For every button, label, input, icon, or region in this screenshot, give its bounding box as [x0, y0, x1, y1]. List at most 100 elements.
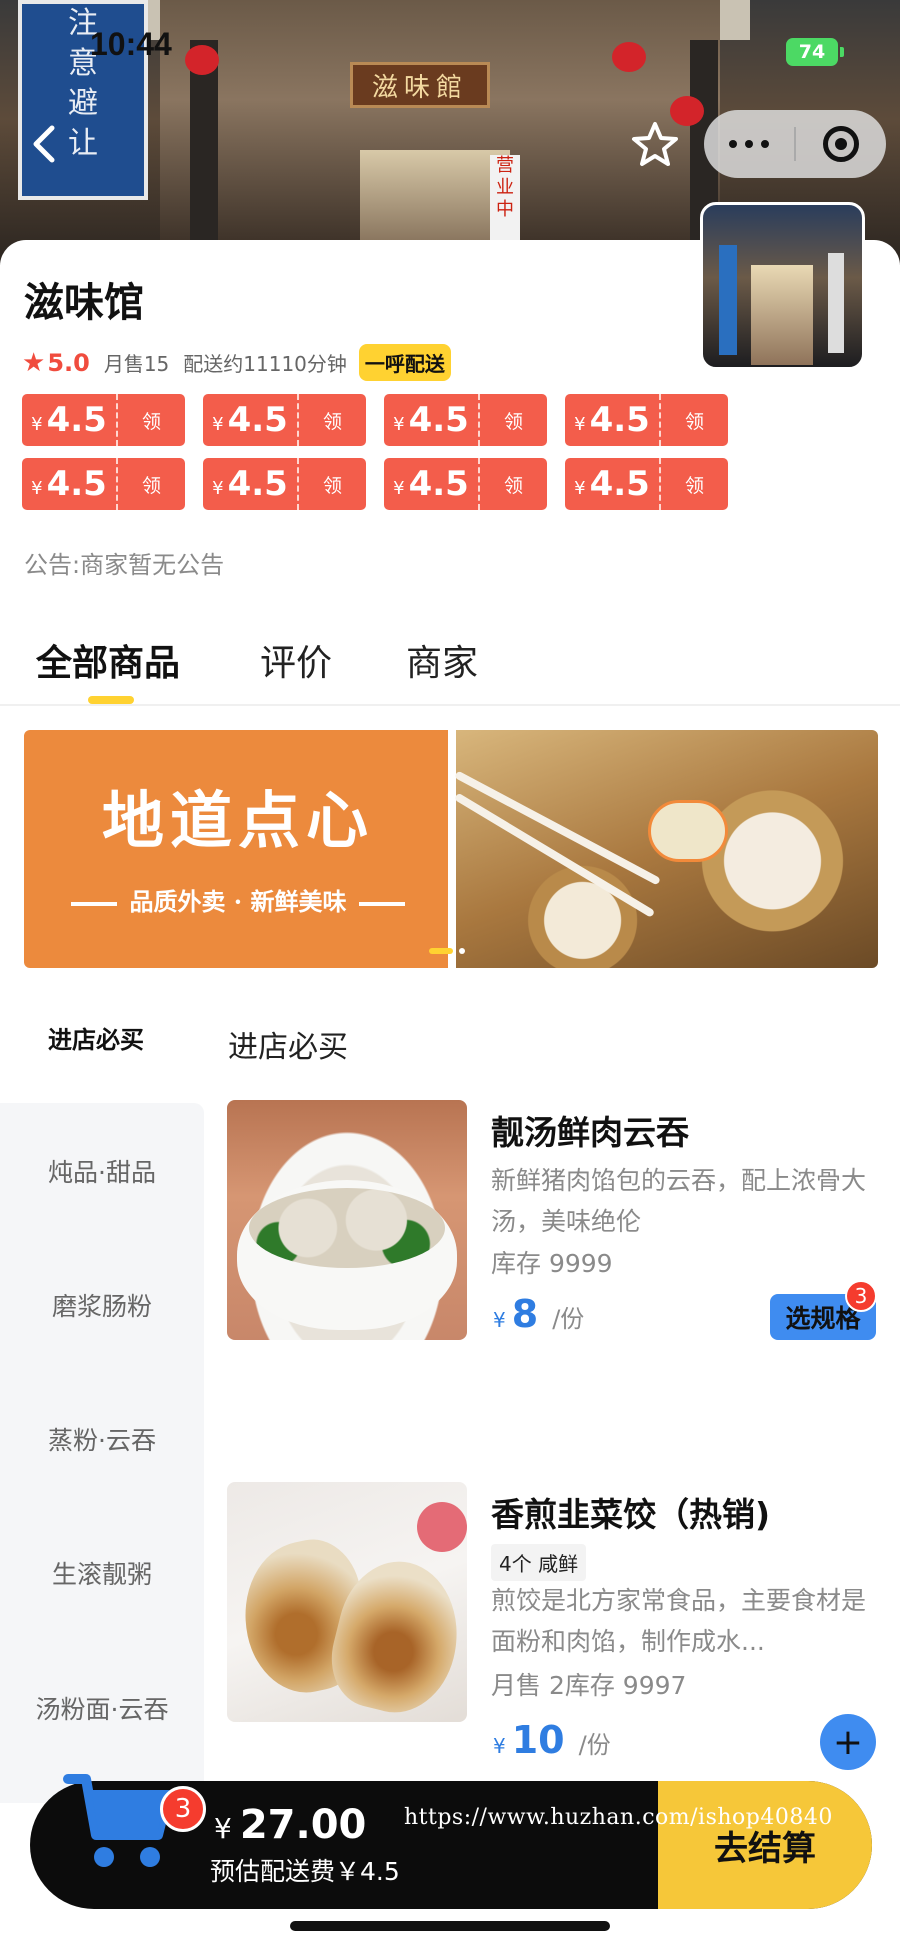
category-item[interactable]: 炖品·甜品: [0, 1153, 204, 1189]
tab-all-products[interactable]: 全部商品: [36, 634, 180, 686]
coupon-currency: ¥: [393, 477, 405, 499]
coupon-currency: ¥: [31, 477, 43, 499]
coupon[interactable]: ¥4.5 领: [565, 394, 728, 446]
monthly-sales: 月售15: [103, 352, 170, 376]
delivery-badge: 一呼配送: [358, 344, 451, 381]
tab-bar: 全部商品 评价 商家: [0, 620, 900, 706]
coupon-claim[interactable]: 领: [118, 471, 185, 498]
tab-indicator: [88, 696, 134, 704]
category-active[interactable]: 进店必买: [48, 1020, 144, 1055]
chopstick: [453, 792, 656, 918]
shop-rating: 5.0: [47, 348, 90, 377]
cart-count-badge: 3: [160, 1786, 206, 1832]
product-name: 香煎韭菜饺（热销): [491, 1495, 771, 1534]
more-dot-icon: [745, 140, 753, 148]
close-miniapp-button[interactable]: [796, 110, 886, 178]
shop-meta: ★ 5.0 月售15 配送约11110分钟 一呼配送: [22, 344, 451, 381]
star-outline-icon: [632, 122, 678, 166]
coupon-claim[interactable]: 领: [480, 407, 547, 434]
coupon-amount: 4.5: [227, 400, 288, 440]
store-sign: 滋味館: [350, 62, 490, 108]
carousel-dot: [459, 948, 465, 954]
price-currency: ¥: [493, 1734, 506, 1758]
product-image[interactable]: [227, 1482, 467, 1722]
back-button[interactable]: [24, 120, 64, 168]
promo-banner[interactable]: 地道点心 品质外卖 · 新鲜美味: [24, 730, 878, 968]
coupon-currency: ¥: [393, 413, 405, 435]
product-stock: 库存 9999: [491, 1249, 613, 1278]
product-tag: 4个 咸鲜: [491, 1544, 587, 1581]
coupon-claim[interactable]: 领: [299, 471, 366, 498]
cart-icon[interactable]: [62, 1765, 182, 1885]
coupon[interactable]: ¥4.5 领: [565, 458, 728, 510]
coupon[interactable]: ¥4.5 领: [22, 458, 185, 510]
coupon-claim[interactable]: 领: [480, 471, 547, 498]
coupon-amount: 4.5: [589, 400, 650, 440]
coupon[interactable]: ¥4.5 领: [203, 458, 366, 510]
coupon-claim[interactable]: 领: [661, 471, 728, 498]
carousel-dots: [429, 948, 465, 954]
product-description: 新鲜猪肉馅包的云吞，配上浓骨大汤，美味绝伦: [491, 1166, 867, 1236]
category-item[interactable]: 汤粉面·云吞: [0, 1690, 204, 1726]
menu-header: 进店必买 进店必买: [0, 1010, 900, 1090]
product-name: 靓汤鲜肉云吞: [491, 1113, 689, 1152]
carousel-dot-active: [429, 948, 453, 954]
price-unit: /份: [578, 1731, 611, 1759]
coupon-list: ¥4.5 领 ¥4.5 领 ¥4.5 领 ¥4.5 领 ¥4.5 领 ¥4.5 领 ¥4.5…: [22, 394, 742, 510]
coupon-claim[interactable]: 领: [661, 407, 728, 434]
category-sidebar: 炖品·甜品 磨浆肠粉 蒸粉·云吞 生滚靓粥 汤粉面·云吞: [0, 1103, 204, 1803]
total-currency: ¥: [214, 1812, 232, 1845]
coupon[interactable]: ¥4.5 领: [384, 458, 547, 510]
more-dot-icon: [761, 140, 769, 148]
coupon-amount: 4.5: [408, 464, 469, 504]
coupon[interactable]: ¥4.5 领: [203, 394, 366, 446]
product-card[interactable]: 靓汤鲜肉云吞 新鲜猪肉馅包的云吞，配上浓骨大汤，美味绝伦 库存 9999 ¥ 8…: [227, 1100, 877, 1340]
tab-reviews[interactable]: 评价: [260, 634, 332, 686]
banner-title: 地道点心: [101, 784, 374, 857]
favorite-button[interactable]: [630, 120, 680, 170]
category-item[interactable]: 磨浆肠粉: [0, 1287, 204, 1323]
banner-subtitle: 品质外卖 · 新鲜美味: [24, 882, 452, 917]
coupon-claim[interactable]: 领: [118, 407, 185, 434]
traffic-sign-char: 避: [68, 86, 98, 121]
chopstick: [454, 770, 661, 886]
price-value: 8: [511, 1292, 539, 1336]
shop-thumbnail[interactable]: [700, 202, 865, 370]
product-description: 煎饺是北方家常食品，主要食材是面粉和肉馅，制作成水...: [491, 1586, 867, 1656]
cart-total: ¥ 27.00: [214, 1802, 366, 1848]
checkout-button[interactable]: 去结算: [658, 1781, 872, 1909]
coupon-amount: 4.5: [408, 400, 469, 440]
coupon-amount: 4.5: [227, 464, 288, 504]
coupon-currency: ¥: [574, 477, 586, 499]
coupon-claim[interactable]: 领: [299, 407, 366, 434]
category-item[interactable]: 生滚靓粥: [0, 1555, 204, 1591]
section-title: 进店必买: [228, 1030, 348, 1065]
status-time: 10:44: [90, 26, 172, 62]
shop-notice: 公告:商家暂无公告: [24, 551, 225, 579]
tab-merchant[interactable]: 商家: [406, 634, 478, 686]
product-image[interactable]: [227, 1100, 467, 1340]
battery-indicator: 74: [786, 38, 844, 66]
coupon-amount: 4.5: [46, 400, 107, 440]
product-stock: 月售 2库存 9997: [491, 1671, 687, 1700]
price-value: 10: [511, 1718, 565, 1762]
coupon-currency: ¥: [31, 413, 43, 435]
spec-count-badge: 3: [845, 1280, 877, 1312]
coupon-amount: 4.5: [589, 464, 650, 504]
miniapp-capsule: [704, 110, 886, 178]
total-value: 27.00: [239, 1802, 367, 1848]
coupon-amount: 4.5: [46, 464, 107, 504]
coupon[interactable]: ¥4.5 领: [22, 394, 185, 446]
category-item[interactable]: 蒸粉·云吞: [0, 1421, 204, 1457]
target-icon: [823, 126, 859, 162]
open-sign: 营业中: [490, 155, 520, 245]
lantern: [612, 42, 646, 72]
banner-photo: [453, 730, 878, 968]
coupon[interactable]: ¥4.5 领: [384, 394, 547, 446]
coupon-currency: ¥: [212, 413, 224, 435]
product-price: ¥ 10 /份: [493, 1718, 611, 1762]
add-to-cart-button[interactable]: +: [820, 1714, 876, 1770]
product-card[interactable]: 香煎韭菜饺（热销) 4个 咸鲜 煎饺是北方家常食品，主要食材是面粉和肉馅，制作成…: [227, 1482, 877, 1770]
more-button[interactable]: [704, 110, 794, 178]
more-dot-icon: [729, 140, 737, 148]
